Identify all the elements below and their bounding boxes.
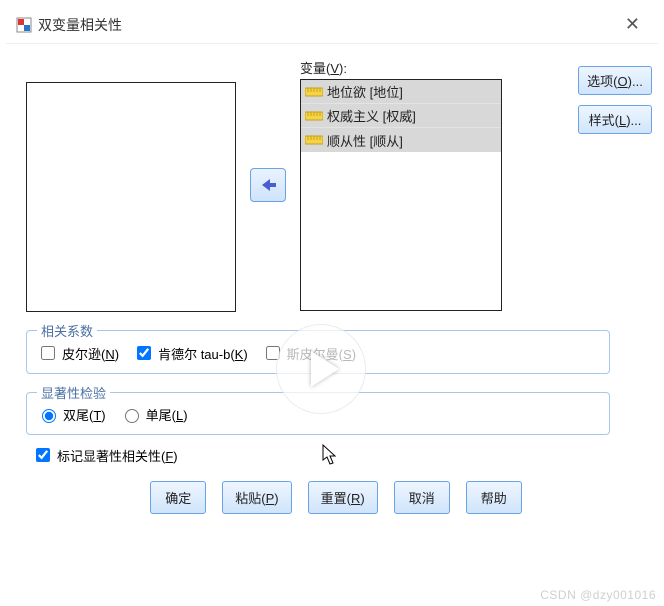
- flag-checkbox[interactable]: 标记显著性相关性(F): [32, 445, 178, 465]
- two-tail-input[interactable]: [42, 409, 56, 423]
- significance-row: 双尾(T) 单尾(L): [37, 405, 599, 424]
- pearson-input[interactable]: [41, 346, 55, 360]
- ruler-icon: [305, 133, 323, 147]
- side-buttons: 选项(O)... 样式(L)...: [578, 66, 652, 134]
- spearman-checkbox[interactable]: 斯皮尔曼(S): [262, 343, 356, 363]
- coefficient-row: 皮尔逊(N) 肯德尔 tau-b(K) 斯皮尔曼(S): [37, 343, 599, 363]
- pearson-checkbox[interactable]: 皮尔逊(N): [37, 343, 119, 363]
- move-left-button[interactable]: [250, 168, 286, 202]
- ruler-icon: [305, 85, 323, 99]
- style-button[interactable]: 样式(L)...: [578, 105, 652, 134]
- list-item-label: 地位欲 [地位]: [327, 82, 403, 101]
- list-item[interactable]: 顺从性 [顺从]: [301, 128, 501, 152]
- kendall-input[interactable]: [137, 346, 151, 360]
- upper-area: 变量(V): 地位欲 [地位] 权威主义 [权威] 顺从性 [顺从]: [26, 58, 646, 312]
- list-item-label: 顺从性 [顺从]: [327, 131, 403, 150]
- dialog-window: 双变量相关性 ✕ 变量(V): 地位欲 [地位]: [6, 6, 658, 600]
- cancel-button[interactable]: 取消: [394, 481, 450, 514]
- one-tail-radio[interactable]: 单尾(L): [120, 405, 188, 424]
- watermark: CSDN @dzy001016: [540, 588, 656, 602]
- transfer-column: [236, 58, 300, 312]
- list-item[interactable]: 权威主义 [权威]: [301, 104, 501, 128]
- source-variable-list[interactable]: [26, 82, 236, 312]
- list-item[interactable]: 地位欲 [地位]: [301, 80, 501, 104]
- spearman-input[interactable]: [266, 346, 280, 360]
- variables-label: 变量(V):: [300, 58, 502, 77]
- flag-input[interactable]: [36, 448, 50, 462]
- kendall-checkbox[interactable]: 肯德尔 tau-b(K): [133, 343, 248, 363]
- one-tail-input[interactable]: [125, 409, 139, 423]
- flag-row: 标记显著性相关性(F): [32, 445, 646, 465]
- titlebar: 双变量相关性 ✕: [6, 6, 658, 44]
- bottom-buttons: 确定 粘贴(P) 重置(R) 取消 帮助: [26, 477, 646, 514]
- two-tail-radio[interactable]: 双尾(T): [37, 405, 106, 424]
- coefficient-legend: 相关系数: [37, 321, 97, 340]
- options-button[interactable]: 选项(O)...: [578, 66, 652, 95]
- variables-column: 变量(V): 地位欲 [地位] 权威主义 [权威] 顺从性 [顺从]: [300, 58, 502, 311]
- help-button[interactable]: 帮助: [466, 481, 522, 514]
- ruler-icon: [305, 109, 323, 123]
- target-variable-list[interactable]: 地位欲 [地位] 权威主义 [权威] 顺从性 [顺从]: [300, 79, 502, 311]
- app-icon: [16, 17, 32, 33]
- arrow-left-icon: [258, 177, 278, 193]
- significance-legend: 显著性检验: [37, 383, 110, 402]
- window-title: 双变量相关性: [38, 15, 617, 35]
- reset-button[interactable]: 重置(R): [308, 481, 378, 514]
- close-button[interactable]: ✕: [617, 12, 648, 37]
- significance-group: 显著性检验 双尾(T) 单尾(L): [26, 392, 610, 435]
- paste-button[interactable]: 粘贴(P): [222, 481, 291, 514]
- dialog-content: 变量(V): 地位欲 [地位] 权威主义 [权威] 顺从性 [顺从]: [6, 44, 658, 524]
- list-item-label: 权威主义 [权威]: [327, 106, 416, 125]
- ok-button[interactable]: 确定: [150, 481, 206, 514]
- coefficient-group: 相关系数 皮尔逊(N) 肯德尔 tau-b(K) 斯皮尔曼(S): [26, 330, 610, 374]
